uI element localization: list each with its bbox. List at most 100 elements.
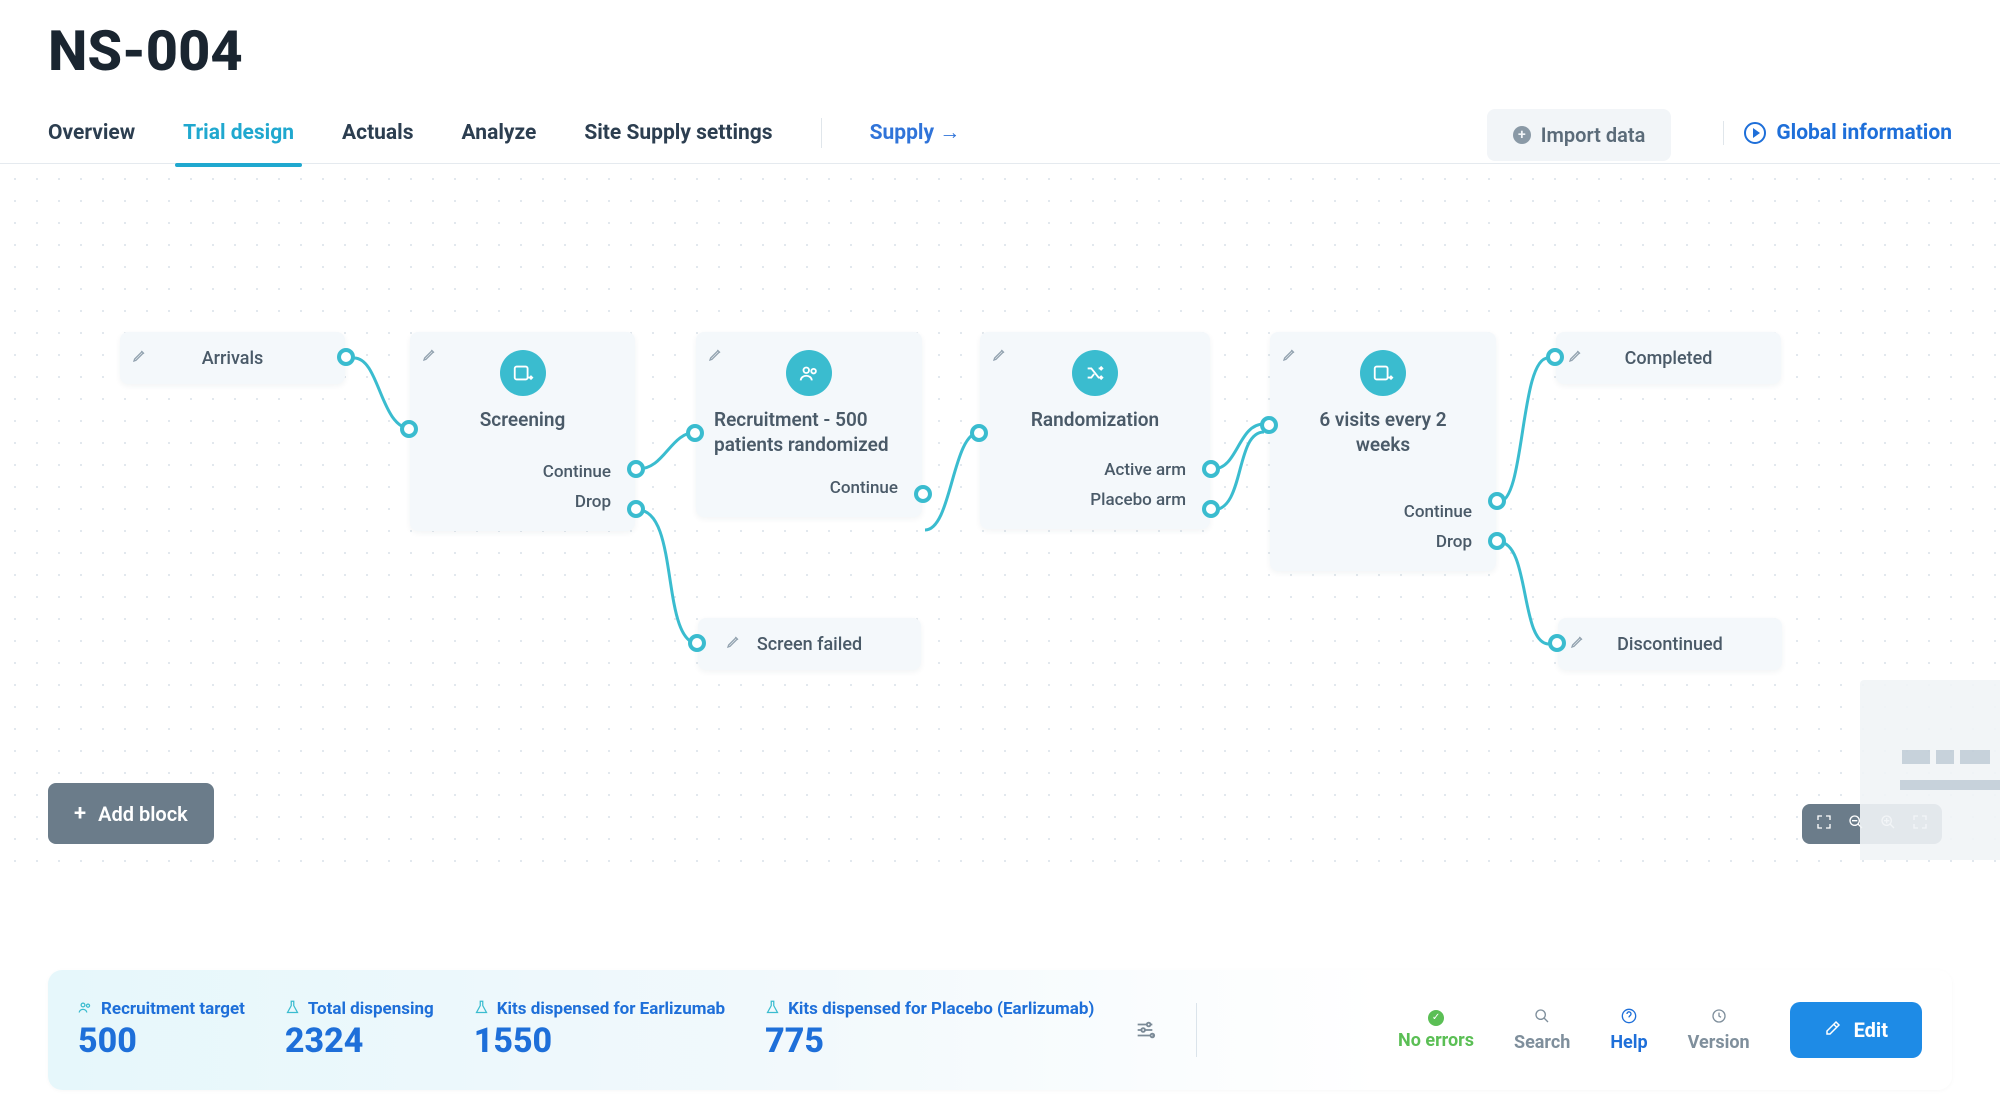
node-visits-title: 6 visits every 2 weeks (1288, 408, 1478, 457)
node-arrivals[interactable]: Arrivals (120, 332, 345, 384)
node-recruitment-title: Recruitment - 500 patients randomized (714, 408, 904, 457)
import-data-label: Import data (1541, 123, 1646, 147)
stat-kits-earlizumab-label: Kits dispensed for Earlizumab (497, 999, 725, 1019)
node-discontinued[interactable]: Discontinued (1558, 618, 1782, 670)
pencil-icon[interactable] (708, 346, 724, 366)
node-completed-in-port[interactable] (1546, 348, 1564, 366)
pencil-icon[interactable] (132, 347, 148, 367)
status-no-errors-label: No errors (1398, 1030, 1474, 1051)
node-visits-out-drop: Drop (1436, 532, 1472, 552)
node-recruitment[interactable]: Recruitment - 500 patients randomized Co… (696, 332, 922, 517)
stat-recruitment-target: Recruitment target 500 (78, 999, 245, 1061)
pencil-box-icon (1824, 1018, 1842, 1042)
node-screening-out-port-drop[interactable] (627, 500, 645, 518)
pencil-icon[interactable] (1282, 346, 1298, 366)
plus-icon: + (74, 801, 86, 826)
stat-kits-earlizumab-value: 1550 (474, 1021, 725, 1061)
design-canvas[interactable]: Arrivals Screening Continue Drop Recruit… (0, 164, 2000, 864)
tab-analyze[interactable]: Analyze (462, 121, 537, 167)
node-randomization-out-placebo: Placebo arm (1090, 490, 1186, 510)
node-randomization-out-port-active[interactable] (1202, 460, 1220, 478)
node-arrivals-out-port[interactable] (337, 348, 355, 366)
node-visits-out-port-drop[interactable] (1488, 532, 1506, 550)
node-screening-in-port[interactable] (400, 420, 418, 438)
node-screening-out-continue: Continue (543, 462, 611, 482)
minimap[interactable] (1860, 680, 2000, 860)
shuffle-icon (1072, 350, 1118, 396)
edit-button[interactable]: Edit (1790, 1002, 1922, 1058)
flask-icon (474, 1000, 489, 1019)
help-circle-icon (1621, 1008, 1637, 1028)
status-no-errors: ✓ No errors (1398, 1010, 1474, 1051)
page-title: NS-004 (0, 0, 2000, 94)
node-randomization-out-port-placebo[interactable] (1202, 500, 1220, 518)
node-screening[interactable]: Screening Continue Drop (410, 332, 635, 531)
node-screen-failed-label: Screen failed (757, 634, 862, 655)
fit-to-screen-icon[interactable] (1816, 814, 1832, 834)
pencil-icon[interactable] (726, 633, 742, 653)
node-visits-out-port-continue[interactable] (1488, 492, 1506, 510)
add-block-button[interactable]: + Add block (48, 783, 214, 844)
tab-site-supply[interactable]: Site Supply settings (584, 121, 772, 167)
node-screening-out-drop: Drop (575, 492, 611, 512)
pencil-icon[interactable] (1570, 633, 1586, 653)
node-completed-label: Completed (1625, 348, 1713, 369)
tab-supply[interactable]: Supply → (870, 121, 961, 167)
history-icon (1711, 1008, 1727, 1028)
pencil-icon[interactable] (992, 346, 1008, 366)
node-arrivals-label: Arrivals (202, 348, 264, 369)
calendar-share-icon (500, 350, 546, 396)
group-icon (786, 350, 832, 396)
stat-kits-placebo-value: 775 (765, 1021, 1094, 1061)
node-screening-out-port-continue[interactable] (627, 460, 645, 478)
node-visits-in-port[interactable] (1260, 416, 1278, 434)
calendar-share-icon (1360, 350, 1406, 396)
node-recruitment-out-port-continue[interactable] (914, 485, 932, 503)
stat-kits-placebo: Kits dispensed for Placebo (Earlizumab) … (765, 999, 1094, 1061)
global-information-button[interactable]: Global information (1723, 121, 1952, 145)
node-screen-failed-in-port[interactable] (688, 634, 706, 652)
node-visits[interactable]: 6 visits every 2 weeks Continue Drop (1270, 332, 1496, 571)
import-data-button[interactable]: + Import data (1487, 109, 1672, 161)
node-recruitment-out-continue: Continue (830, 478, 898, 498)
node-discontinued-label: Discontinued (1617, 634, 1723, 655)
flask-icon (285, 1000, 300, 1019)
footer-divider (1196, 1003, 1197, 1057)
add-block-label: Add block (98, 802, 188, 826)
search-icon (1534, 1008, 1550, 1028)
tab-overview[interactable]: Overview (48, 121, 135, 167)
tab-actuals[interactable]: Actuals (342, 121, 414, 167)
stat-kits-placebo-label: Kits dispensed for Placebo (Earlizumab) (788, 999, 1094, 1019)
play-circle-icon (1744, 122, 1766, 144)
pencil-icon[interactable] (1568, 347, 1584, 367)
node-screen-failed[interactable]: Screen failed (698, 618, 921, 670)
node-completed[interactable]: Completed (1556, 332, 1781, 384)
sliders-icon[interactable] (1134, 1019, 1156, 1041)
version-label: Version (1688, 1032, 1750, 1053)
stat-recruitment-value: 500 (78, 1021, 245, 1061)
pencil-icon[interactable] (422, 346, 438, 366)
node-randomization-in-port[interactable] (970, 424, 988, 442)
global-information-label: Global information (1776, 121, 1952, 145)
help-label: Help (1610, 1032, 1647, 1053)
stat-recruitment-label: Recruitment target (101, 999, 245, 1019)
stat-kits-earlizumab: Kits dispensed for Earlizumab 1550 (474, 999, 725, 1061)
node-randomization-out-active: Active arm (1104, 460, 1186, 480)
stat-total-dispensing-label: Total dispensing (308, 999, 434, 1019)
footer-bar: Recruitment target 500 Total dispensing … (48, 970, 1952, 1090)
search-action[interactable]: Search (1514, 1008, 1570, 1053)
edit-label: Edit (1854, 1018, 1888, 1042)
node-recruitment-in-port[interactable] (686, 424, 704, 442)
tab-divider (821, 118, 822, 148)
node-discontinued-in-port[interactable] (1548, 634, 1566, 652)
stat-total-dispensing-value: 2324 (285, 1021, 434, 1061)
check-circle-icon: ✓ (1428, 1010, 1444, 1026)
plus-circle-icon: + (1513, 126, 1531, 144)
stat-total-dispensing: Total dispensing 2324 (285, 999, 434, 1061)
node-randomization[interactable]: Randomization Active arm Placebo arm (980, 332, 1210, 529)
tab-bar: Overview Trial design Actuals Analyze Si… (0, 94, 2000, 164)
tab-trial-design[interactable]: Trial design (183, 121, 294, 167)
version-action[interactable]: Version (1688, 1008, 1750, 1053)
help-action[interactable]: Help (1610, 1008, 1647, 1053)
flask-icon (765, 1000, 780, 1019)
